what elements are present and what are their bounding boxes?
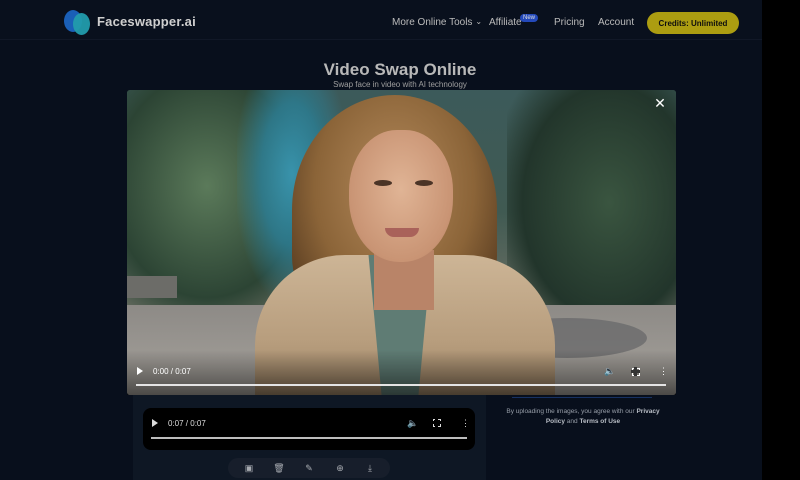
fullscreen-icon[interactable] [631, 367, 640, 376]
volume-icon[interactable]: 🔈 [407, 418, 418, 429]
consent-and: and [566, 418, 578, 425]
divider [512, 397, 652, 398]
video-controls-bar [127, 350, 676, 395]
result-video-player[interactable] [143, 408, 475, 450]
chevron-down-icon: ⌄ [475, 17, 483, 26]
fullscreen-icon[interactable] [432, 418, 441, 427]
brand-name[interactable]: Faceswapper.ai [97, 14, 196, 29]
terms-of-use-link[interactable]: Terms of Use [579, 418, 620, 425]
result-video-progress-bar[interactable] [151, 437, 467, 439]
volume-icon[interactable]: 🔈 [604, 366, 615, 377]
image-icon[interactable]: ▣ [242, 461, 256, 475]
modal-video-time: 0:00 / 0:07 [153, 367, 191, 376]
video-person-eye-left [374, 180, 392, 186]
nav-pricing[interactable]: Pricing [554, 17, 585, 28]
credits-button[interactable]: Credits: Unlimited [647, 12, 739, 34]
more-options-icon[interactable]: ⋮ [659, 366, 668, 377]
pencil-icon[interactable]: ✎ [302, 461, 316, 475]
nav-more-online-tools[interactable]: More Online Tools ⌄ [392, 17, 482, 28]
download-icon[interactable]: ⤓ [363, 461, 377, 475]
video-person-mouth [385, 228, 419, 237]
zoom-in-icon[interactable]: ⊕ [333, 461, 347, 475]
page-subtitle: Swap face in video with AI technology [333, 80, 467, 89]
top-nav-bar: Faceswapper.ai More Online Tools ⌄ Affili… [0, 0, 762, 40]
more-options-icon[interactable]: ⋮ [461, 418, 470, 429]
video-person-face [349, 130, 453, 262]
new-badge: New [520, 14, 539, 22]
scrollbar-track[interactable] [762, 0, 800, 480]
modal-video-progress-bar[interactable] [136, 384, 666, 386]
video-person-eye-right [415, 180, 433, 186]
logo-icon[interactable] [64, 10, 90, 36]
consent-text: By uploading the images, you agree with … [506, 408, 635, 415]
nav-affiliate[interactable]: Affiliate [489, 17, 522, 28]
page-title: Video Swap Online [323, 60, 477, 79]
consent-notice: By uploading the images, you agree with … [500, 407, 666, 427]
nav-more-online-tools-label: More Online Tools [392, 17, 473, 28]
close-icon[interactable]: ✕ [649, 92, 671, 114]
result-video-time: 0:07 / 0:07 [168, 419, 206, 428]
play-icon[interactable] [137, 367, 143, 375]
play-icon[interactable] [152, 419, 158, 427]
video-bench [127, 276, 177, 298]
trash-icon[interactable]: 🗑 [272, 461, 286, 475]
nav-account[interactable]: Account [598, 17, 634, 28]
